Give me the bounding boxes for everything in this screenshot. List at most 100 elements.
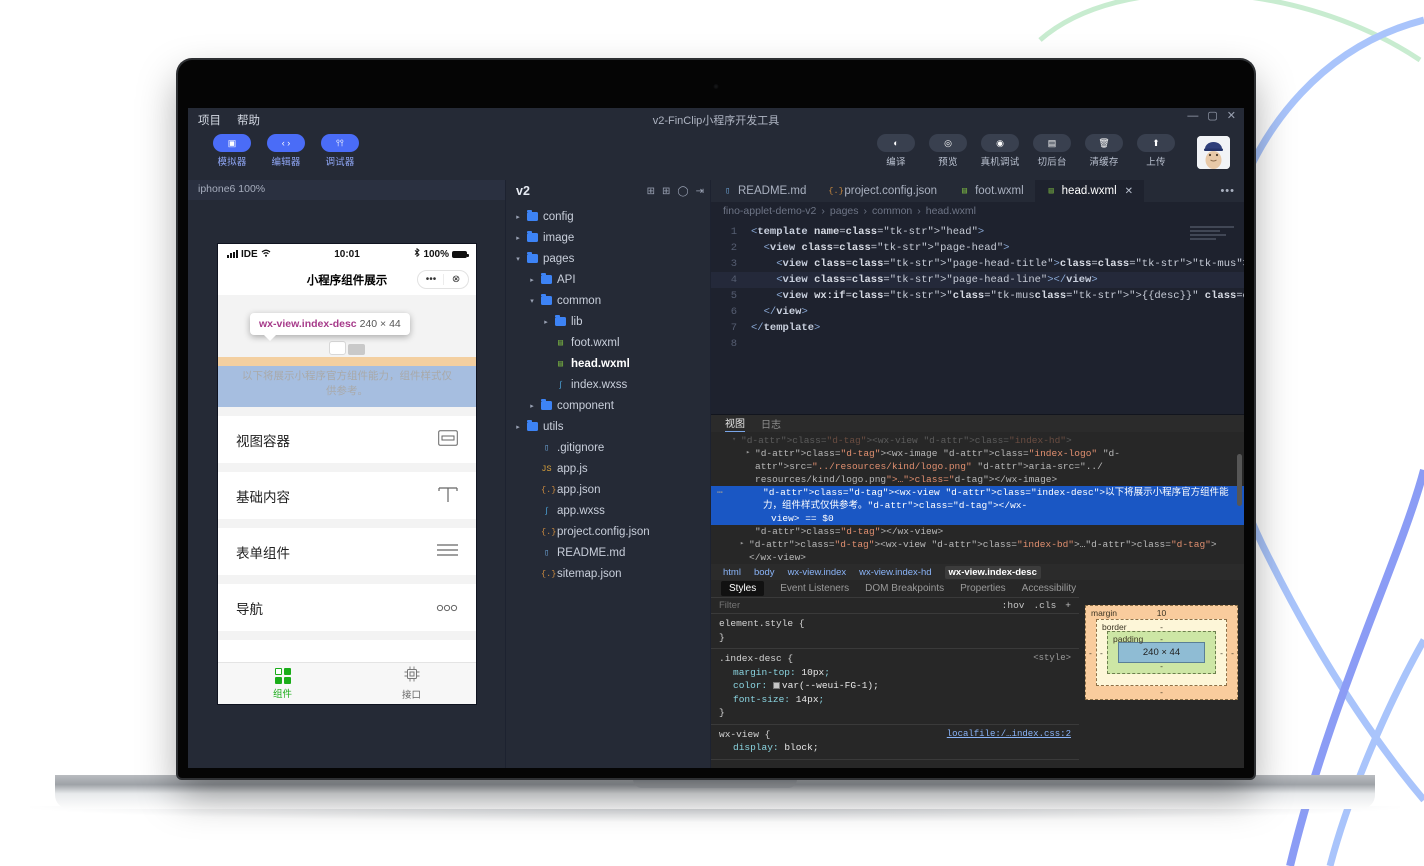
line-content[interactable]: <view wx:if=class="tk-str">"class="tk-mu…: [751, 288, 1244, 304]
list-item[interactable]: 导航: [218, 584, 476, 640]
box-model-margin[interactable]: margin 10 - - - border - - -: [1085, 605, 1238, 700]
styles-tab-properties[interactable]: Properties: [960, 583, 1006, 594]
dom-node-line[interactable]: ▸"d-attr">class="d-tag"><wx-image "d-att…: [711, 447, 1244, 473]
tree-item-sitemap-json[interactable]: ▸{.}sitemap.json: [506, 563, 710, 584]
box-model-border[interactable]: border - - - padding - - 240 ×: [1096, 619, 1227, 686]
editor-tabs-more-icon[interactable]: •••: [1211, 180, 1244, 202]
dom-expand-icon[interactable]: ▾: [732, 434, 736, 447]
tree-item-app-wxss[interactable]: ▸∫app.wxss: [506, 500, 710, 521]
tree-item-pages[interactable]: ▾pages: [506, 248, 710, 269]
devtools-tab-log[interactable]: 日志: [761, 416, 781, 431]
toolbar-preview-button[interactable]: ◎ 预览: [928, 134, 968, 168]
index-desc-text[interactable]: 以下将展示小程序官方组件能力，组件样式仅供参考。: [218, 366, 476, 407]
maximize-icon[interactable]: ▢: [1207, 111, 1217, 122]
close-capsule-icon[interactable]: ⊗: [452, 274, 460, 285]
css-declaration[interactable]: margin-top: 10px;: [719, 666, 1079, 680]
chevron-right-icon[interactable]: ▸: [514, 213, 522, 221]
collapse-all-icon[interactable]: ⇥: [696, 186, 704, 197]
new-folder-icon[interactable]: ⊞: [662, 186, 670, 197]
css-rule-source[interactable]: localfile:/…index.css:2: [947, 728, 1071, 742]
dom-expand-icon[interactable]: ▸: [746, 447, 750, 460]
toolbar-editor-button[interactable]: ‹ › 编辑器: [266, 134, 306, 168]
toolbar-upload-button[interactable]: ⬆ 上传: [1136, 134, 1176, 168]
border-left-value[interactable]: -: [1100, 648, 1103, 658]
tree-item-lib[interactable]: ▸lib: [506, 311, 710, 332]
css-value[interactable]: block;: [784, 742, 818, 753]
refresh-icon[interactable]: ◯: [677, 186, 688, 197]
chevron-down-icon[interactable]: ▾: [528, 297, 536, 305]
breadcrumb-item[interactable]: head.wxml: [926, 205, 976, 217]
css-rule[interactable]: wx-view {localfile:/…index.css:2display:…: [711, 725, 1079, 760]
tree-item-component[interactable]: ▸component: [506, 395, 710, 416]
tree-item-utils[interactable]: ▸utils: [506, 416, 710, 437]
avatar[interactable]: [1197, 136, 1230, 169]
margin-bottom-value[interactable]: -: [1160, 687, 1163, 697]
toolbar-background-button[interactable]: ▤ 切后台: [1032, 134, 1072, 168]
list-item[interactable]: 基础内容: [218, 472, 476, 528]
list-item[interactable]: 视图容器: [218, 416, 476, 472]
list-item[interactable]: 表单组件: [218, 528, 476, 584]
tree-item-config[interactable]: ▸config: [506, 206, 710, 227]
styles-filter-input[interactable]: [711, 600, 1002, 611]
css-value[interactable]: 10px: [801, 667, 824, 678]
dom-node-line[interactable]: ⋯"d-attr">class="d-tag"><wx-view "d-attr…: [711, 486, 1244, 512]
editor-tab-readme-md[interactable]: ▯README.md: [711, 180, 817, 202]
border-right-value[interactable]: -: [1220, 648, 1223, 658]
css-selector[interactable]: .index-desc {: [719, 652, 1079, 666]
styles-tab-event-listeners[interactable]: Event Listeners: [780, 583, 849, 594]
dom-breadcrumb-item[interactable]: body: [754, 567, 775, 578]
tree-item-common[interactable]: ▾common: [506, 290, 710, 311]
css-rule[interactable]: element.style {}: [711, 614, 1079, 649]
tree-item-app-json[interactable]: ▸{.}app.json: [506, 479, 710, 500]
tree-item-head-wxml[interactable]: ▸▤head.wxml: [506, 353, 710, 374]
box-model-content[interactable]: 240 × 44: [1118, 642, 1205, 663]
line-content[interactable]: <view class=class="tk-str">"page-head-li…: [751, 272, 1098, 288]
toolbar-compile-button[interactable]: ◐ 编译: [876, 134, 916, 168]
devtools-tab-view[interactable]: 视图: [725, 415, 745, 432]
add-rule-icon[interactable]: +: [1065, 600, 1071, 611]
editor-tab-head-wxml[interactable]: ▤head.wxml✕: [1035, 180, 1144, 202]
margin-left-value[interactable]: -: [1089, 648, 1092, 658]
styles-tab-styles[interactable]: Styles: [721, 581, 764, 596]
chevron-down-icon[interactable]: ▾: [514, 255, 522, 263]
dom-node-line[interactable]: ▸"d-attr">class="d-tag"><wx-view "d-attr…: [711, 538, 1244, 564]
box-model-padding[interactable]: padding - - 240 × 44: [1107, 631, 1216, 674]
cls-toggle[interactable]: .cls: [1033, 600, 1056, 611]
toolbar-debugger-button[interactable]: ⫯⫯ 调试器: [320, 134, 360, 168]
close-icon[interactable]: ✕: [1227, 111, 1236, 122]
tree-item-project-config-json[interactable]: ▸{.}project.config.json: [506, 521, 710, 542]
dom-tree-pane[interactable]: ▾"d-attr">class="d-tag"><wx-view "d-attr…: [711, 432, 1244, 564]
menu-item-project[interactable]: 项目: [198, 112, 221, 128]
dom-node-line[interactable]: resources/kind/logo.png">…">class="d-tag…: [711, 473, 1244, 486]
dom-node-line[interactable]: ▾"d-attr">class="d-tag"><wx-view "d-attr…: [711, 434, 1244, 447]
close-tab-icon[interactable]: ✕: [1125, 186, 1133, 197]
tree-item-readme-md[interactable]: ▸▯README.md: [506, 542, 710, 563]
dom-ellipsis-icon[interactable]: ⋯: [717, 486, 723, 499]
tree-item-foot-wxml[interactable]: ▸▤foot.wxml: [506, 332, 710, 353]
breadcrumb-item[interactable]: pages: [830, 205, 859, 217]
line-content[interactable]: <view class=class="tk-str">"page-head">: [751, 240, 1009, 256]
dom-breadcrumb-item[interactable]: html: [723, 567, 741, 578]
chevron-right-icon[interactable]: ▸: [514, 234, 522, 242]
css-declaration[interactable]: font-size: 14px;: [719, 693, 1079, 707]
editor-tab-foot-wxml[interactable]: ▤foot.wxml: [948, 180, 1035, 202]
capsule-button[interactable]: ••• ⊗: [417, 270, 469, 289]
chevron-right-icon[interactable]: ▸: [514, 423, 522, 431]
dom-breadcrumb-item[interactable]: wx-view.index-desc: [945, 566, 1041, 579]
toolbar-simulator-button[interactable]: ▣ 模拟器: [212, 134, 252, 168]
css-value[interactable]: var(--weui-FG-1);: [782, 680, 879, 691]
margin-top-value[interactable]: 10: [1157, 608, 1166, 618]
padding-top-value[interactable]: -: [1160, 634, 1163, 644]
dom-expand-icon[interactable]: ▸: [740, 538, 744, 551]
tree-item-api[interactable]: ▸API: [506, 269, 710, 290]
dom-breadcrumb-item[interactable]: wx-view.index: [788, 567, 847, 578]
styles-tab-dom-breakpoints[interactable]: DOM Breakpoints: [865, 583, 944, 594]
tab-components[interactable]: 组件: [218, 663, 347, 704]
toolbar-device-debug-button[interactable]: ◉ 真机调试: [980, 134, 1020, 168]
dom-breadcrumb-item[interactable]: wx-view.index-hd: [859, 567, 931, 578]
toolbar-clear-cache-button[interactable]: 🗑 清缓存: [1084, 134, 1124, 168]
menu-item-help[interactable]: 帮助: [237, 112, 260, 128]
css-value[interactable]: 14px: [796, 694, 819, 705]
tree-item-app-js[interactable]: ▸JSapp.js: [506, 458, 710, 479]
margin-right-value[interactable]: -: [1231, 648, 1234, 658]
